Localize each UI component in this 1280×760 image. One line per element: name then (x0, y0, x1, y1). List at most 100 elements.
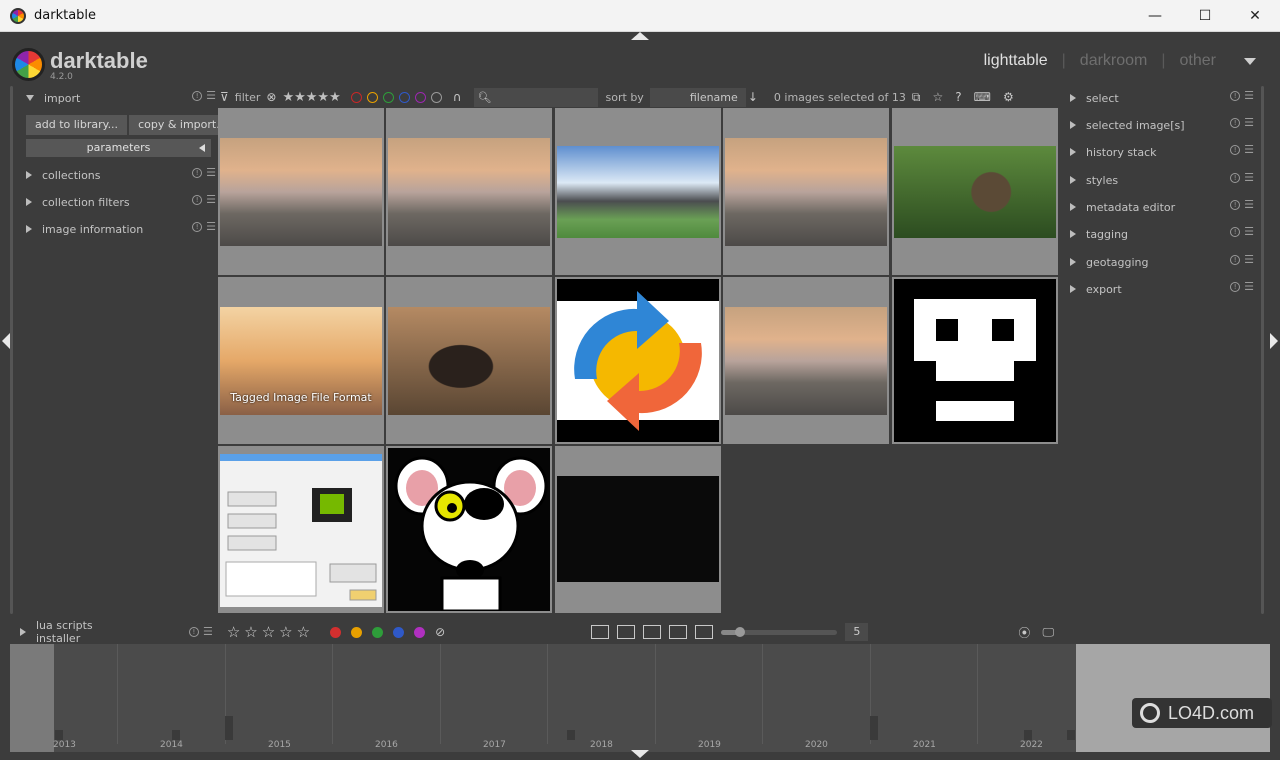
thumbnail-cell[interactable] (555, 446, 721, 613)
presets-icon[interactable]: ☰ (1244, 172, 1254, 183)
shortcuts-icon[interactable]: ⌨ (974, 90, 991, 104)
collapse-bottom-icon[interactable] (631, 750, 649, 758)
reject-icon[interactable]: ⊗ (266, 90, 276, 104)
blue-label-filter[interactable] (398, 91, 410, 103)
thumbnail-cell[interactable] (723, 108, 889, 275)
view-other[interactable]: other (1180, 52, 1216, 70)
thumbnail-image[interactable] (894, 146, 1056, 238)
add-to-library-button[interactable]: add to library... (26, 115, 128, 135)
grouping-icon[interactable]: ⧉ (912, 90, 921, 105)
module-image-information[interactable]: image information ! ☰ (26, 217, 222, 241)
thumbnail-image[interactable] (220, 138, 382, 246)
preview-layout-icon[interactable] (695, 625, 714, 639)
red-label-button[interactable] (330, 626, 342, 638)
presets-icon[interactable]: ☰ (1244, 226, 1254, 237)
left-scrollbar[interactable] (10, 86, 13, 614)
maximize-button[interactable]: ☐ (1180, 0, 1230, 32)
thumbnail-cell[interactable] (386, 277, 552, 444)
thumbnail-cell[interactable] (555, 108, 721, 275)
view-dropdown-icon[interactable] (1244, 57, 1256, 65)
module-tagging[interactable]: tagging ! ☰ (1070, 222, 1260, 246)
red-label-filter[interactable] (350, 91, 362, 103)
thumbnail-image[interactable] (557, 146, 719, 238)
reset-icon[interactable]: ! (192, 195, 203, 205)
purple-label-button[interactable] (414, 626, 426, 638)
sort-select[interactable]: filename (649, 87, 746, 107)
zoom-slider-handle[interactable] (735, 626, 746, 637)
parameters-section[interactable]: parameters (26, 139, 211, 157)
thumbnail-cell[interactable] (218, 446, 384, 613)
filter-icon[interactable]: ⊽ (220, 90, 229, 104)
collapse-top-icon[interactable] (631, 32, 649, 40)
green-label-button[interactable] (372, 626, 384, 638)
thumbnail-image[interactable] (725, 138, 887, 246)
yellow-label-filter[interactable] (366, 91, 378, 103)
timeline[interactable]: 2013 2014 2015 2016 2017 2018 2019 2020 … (10, 644, 1076, 752)
collapse-right-icon[interactable] (1270, 333, 1278, 349)
thumbnail-cell[interactable] (723, 277, 889, 444)
overlay-star-icon[interactable]: ☆ (932, 90, 943, 104)
sort-order-icon[interactable]: ↓ (748, 90, 758, 104)
module-export[interactable]: export ! ☰ (1070, 277, 1260, 301)
module-select[interactable]: select ! ☰ (1070, 86, 1260, 110)
view-darkroom[interactable]: darkroom (1080, 52, 1148, 70)
module-collection-filters[interactable]: collection filters ! ☰ (26, 190, 222, 214)
reset-icon[interactable]: ! (1230, 173, 1241, 183)
collapse-icon[interactable] (20, 628, 26, 636)
rating-stars[interactable]: ☆☆☆☆☆ (227, 623, 314, 641)
thumbnail-cell[interactable] (386, 108, 552, 275)
display-profile-icon[interactable]: 🖵︎ (1042, 625, 1054, 640)
presets-icon[interactable]: ☰ (1244, 281, 1254, 292)
reset-icon[interactable]: ! (1230, 255, 1241, 265)
reset-icon[interactable]: ! (1230, 282, 1241, 292)
view-lighttable[interactable]: lighttable (984, 52, 1048, 70)
focus-peaking-icon[interactable]: ⦿ (1018, 624, 1030, 641)
reset-icon[interactable]: ! (1230, 227, 1241, 237)
thumbnail-cell[interactable] (218, 108, 384, 275)
presets-icon[interactable]: ☰ (1244, 254, 1254, 265)
presets-icon[interactable]: ☰ (203, 626, 213, 637)
thumbnail-image[interactable] (557, 279, 719, 442)
blue-label-button[interactable] (393, 626, 405, 638)
reset-icon[interactable]: ! (188, 627, 199, 637)
zoom-slider[interactable] (721, 626, 838, 637)
module-metadata-editor[interactable]: metadata editor ! ☰ (1070, 195, 1260, 219)
zoomable-layout-icon[interactable] (617, 625, 636, 639)
zoom-value[interactable]: 5 (845, 623, 869, 641)
gray-label-filter[interactable] (430, 91, 442, 103)
presets-icon[interactable]: ☰ (1244, 144, 1254, 155)
thumbnail-image[interactable] (388, 138, 550, 246)
thumbnail-image[interactable] (220, 454, 382, 607)
minimize-button[interactable]: — (1130, 0, 1180, 32)
presets-icon[interactable]: ☰ (206, 221, 216, 232)
close-button[interactable]: ✕ (1230, 0, 1280, 32)
thumbnail-image[interactable] (388, 307, 550, 415)
green-label-filter[interactable] (382, 91, 394, 103)
reset-icon[interactable]: ! (1230, 118, 1241, 128)
thumbnail-cell[interactable] (892, 108, 1058, 275)
reset-icon[interactable]: ! (1230, 91, 1241, 101)
thumbnail-image[interactable] (388, 448, 550, 613)
collapse-left-icon[interactable] (2, 333, 10, 349)
clear-labels-icon[interactable]: ⊘ (435, 625, 445, 639)
presets-icon[interactable]: ☰ (206, 167, 216, 178)
module-collections[interactable]: collections ! ☰ (26, 163, 222, 187)
presets-icon[interactable]: ☰ (1244, 117, 1254, 128)
module-geotagging[interactable]: geotagging ! ☰ (1070, 250, 1260, 274)
module-import[interactable]: import ! ☰ (26, 86, 222, 110)
thumbnail-image[interactable] (725, 307, 887, 415)
thumbnail-cell[interactable] (555, 277, 721, 444)
reset-icon[interactable]: ! (192, 91, 203, 101)
thumbnail-cell[interactable] (892, 277, 1058, 444)
thumbnail-image[interactable] (894, 279, 1056, 442)
help-icon[interactable]: ? (955, 90, 961, 104)
module-styles[interactable]: styles ! ☰ (1070, 168, 1260, 192)
presets-icon[interactable]: ☰ (1244, 199, 1254, 210)
lua-scripts-label[interactable]: lua scripts installer (36, 619, 137, 645)
preferences-gear-icon[interactable]: ⚙ (1003, 90, 1014, 104)
module-history-stack[interactable]: history stack ! ☰ (1070, 140, 1260, 164)
presets-icon[interactable]: ☰ (206, 194, 216, 205)
reset-icon[interactable]: ! (1230, 200, 1241, 210)
filemanager-layout-icon[interactable] (591, 625, 610, 639)
rating-filter-stars[interactable]: ★★★★★ (282, 90, 340, 105)
